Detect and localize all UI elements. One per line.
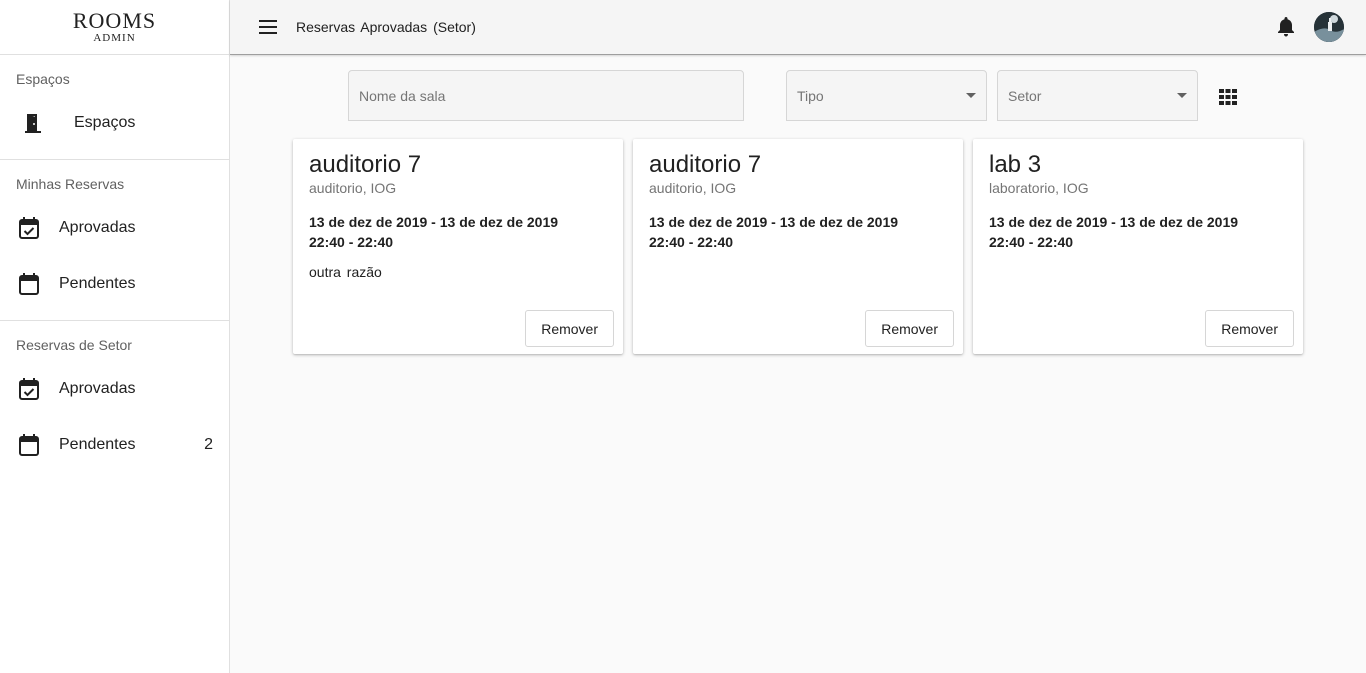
sidebar-section-reservas-setor: Reservas de Setor Aprovadas Pendentes 2 — [0, 321, 229, 473]
sidebar-item-setor-aprovadas[interactable]: Aprovadas — [0, 361, 229, 417]
reservation-card: auditorio 7 auditorio, IOG 13 de dez de … — [633, 139, 963, 354]
page-title: Reservas Aprovadas (Setor) — [296, 19, 476, 35]
app: ROOMS ADMIN Espaços Espaços Minhas Reser… — [0, 0, 1366, 673]
sidebar-item-espacos[interactable]: Espaços — [0, 95, 229, 151]
notification-bell-icon[interactable] — [1274, 15, 1298, 39]
calendar-icon — [16, 271, 42, 297]
sidebar-item-label: Pendentes — [59, 436, 136, 453]
type-select[interactable]: Tipo — [786, 70, 987, 121]
sidebar-section-minhas-reservas: Minhas Reservas Aprovadas Pendentes — [0, 160, 229, 321]
type-select-label: Tipo — [797, 87, 824, 104]
card-date-range: 13 de dez de 2019 - 13 de dez de 2019 — [649, 214, 899, 230]
card-subtitle: auditorio, IOG — [309, 180, 397, 196]
card-time-range: 22:40 - 22:40 — [309, 234, 394, 250]
grid-view-icon[interactable] — [1219, 89, 1237, 105]
sidebar-section-espacos: Espaços Espaços — [0, 55, 229, 160]
sidebar-item-setor-pendentes[interactable]: Pendentes 2 — [0, 417, 229, 473]
card-dates: 13 de dez de 2019 - 13 de dez de 2019 22… — [649, 212, 947, 252]
brand-subtitle: ADMIN — [93, 32, 136, 44]
dropdown-arrow-icon — [966, 93, 976, 98]
menu-icon[interactable] — [256, 15, 280, 39]
sidebar-item-label: Espaços — [74, 114, 136, 131]
sidebar-item-minhas-aprovadas[interactable]: Aprovadas — [0, 200, 229, 256]
sidebar-item-minhas-pendentes[interactable]: Pendentes — [0, 256, 229, 312]
user-avatar[interactable] — [1314, 12, 1344, 42]
top-toolbar: Reservas Aprovadas (Setor) — [230, 0, 1366, 55]
card-title: auditorio 7 — [309, 151, 422, 178]
room-name-field[interactable] — [348, 70, 744, 121]
brand-title: ROOMS — [72, 8, 157, 33]
card-reason: outra razão — [309, 264, 382, 280]
card-title: auditorio 7 — [649, 151, 762, 178]
card-time-range: 22:40 - 22:40 — [989, 234, 1074, 250]
brand-logo: ROOMS ADMIN — [0, 0, 229, 55]
calendar-check-icon — [16, 215, 42, 241]
remove-button[interactable]: Remover — [1205, 310, 1294, 347]
remove-button[interactable]: Remover — [865, 310, 954, 347]
card-title: lab 3 — [989, 151, 1042, 178]
sidebar: ROOMS ADMIN Espaços Espaços Minhas Reser… — [0, 0, 230, 673]
sidebar-item-label: Pendentes — [59, 275, 136, 292]
card-time-range: 22:40 - 22:40 — [649, 234, 734, 250]
card-subtitle: laboratorio, IOG — [989, 180, 1089, 196]
calendar-check-icon — [16, 376, 42, 402]
sidebar-item-label: Aprovadas — [59, 219, 136, 236]
pending-count-badge: 2 — [204, 436, 213, 453]
dropdown-arrow-icon — [1177, 93, 1187, 98]
calendar-icon — [16, 432, 42, 458]
sector-select[interactable]: Setor — [997, 70, 1198, 121]
card-date-range: 13 de dez de 2019 - 13 de dez de 2019 — [989, 214, 1239, 230]
room-name-input[interactable] — [359, 87, 733, 104]
reservation-card: auditorio 7 auditorio, IOG 13 de dez de … — [293, 139, 623, 354]
reservation-card: lab 3 laboratorio, IOG 13 de dez de 2019… — [973, 139, 1303, 354]
card-dates: 13 de dez de 2019 - 13 de dez de 2019 22… — [989, 212, 1287, 252]
card-date-range: 13 de dez de 2019 - 13 de dez de 2019 — [309, 214, 559, 230]
sidebar-item-label: Aprovadas — [59, 380, 136, 397]
sector-select-label: Setor — [1008, 87, 1042, 104]
card-subtitle: auditorio, IOG — [649, 180, 737, 196]
door-icon — [20, 110, 46, 136]
toolbar-actions — [1274, 12, 1344, 42]
card-dates: 13 de dez de 2019 - 13 de dez de 2019 22… — [309, 212, 607, 252]
remove-button[interactable]: Remover — [525, 310, 614, 347]
